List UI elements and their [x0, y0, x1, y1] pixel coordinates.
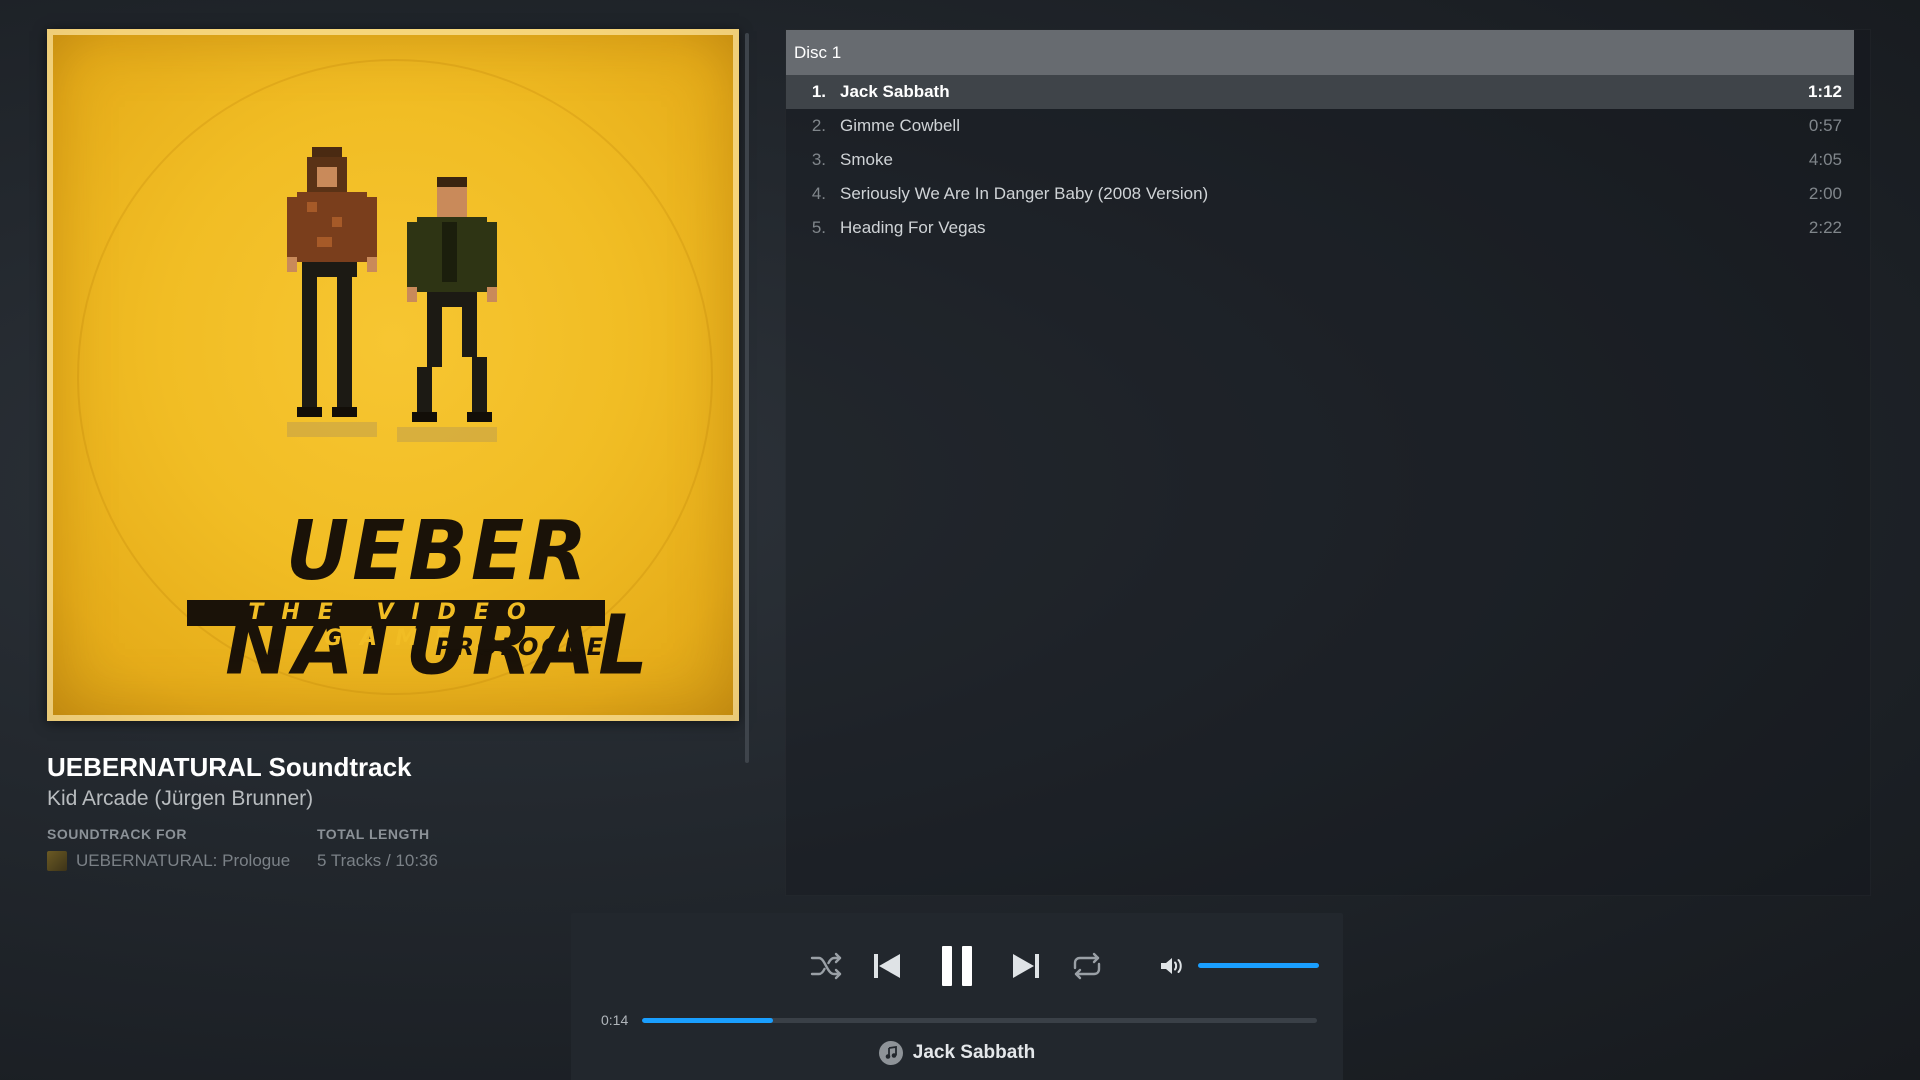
art-edition: PROLOGUE — [435, 633, 606, 661]
album-art: UEBER NATURAL THE VIDEO GAME PROLOGUE — [47, 29, 739, 721]
soundtrack-player-window: UEBER NATURAL THE VIDEO GAME PROLOGUE UE… — [0, 0, 1920, 1080]
volume-slider[interactable] — [1198, 963, 1319, 968]
track-number: 3. — [811, 150, 826, 169]
volume-icon — [1161, 958, 1182, 974]
playback-progress-fill — [642, 1018, 773, 1023]
soundtrack-for-label: SOUNDTRACK FOR — [47, 826, 187, 842]
game-thumbnail-icon — [47, 851, 67, 871]
track-list: Disc 1 1. Jack Sabbath 1:12 2. Gimme Cow… — [785, 29, 1871, 896]
art-title: UEBER NATURAL — [225, 504, 648, 694]
shuffle-button[interactable] — [807, 949, 847, 983]
previous-icon — [874, 954, 900, 978]
now-playing: Jack Sabbath — [571, 1041, 1343, 1065]
now-playing-title: Jack Sabbath — [912, 1042, 1036, 1063]
shuffle-icon — [810, 952, 842, 980]
repeat-button[interactable] — [1067, 949, 1107, 983]
track-row-2[interactable]: 2. Gimme Cowbell 0:57 — [786, 109, 1854, 143]
album-artist[interactable]: Kid Arcade (Jürgen Brunner) — [47, 787, 313, 811]
total-length-value: 5 Tracks / 10:36 — [317, 851, 438, 870]
next-track-button[interactable] — [1007, 947, 1045, 985]
music-note-icon — [878, 1041, 903, 1065]
track-duration: 2:00 — [1808, 184, 1842, 203]
total-length-label: TOTAL LENGTH — [317, 826, 430, 842]
track-row-4[interactable]: 4. Seriously We Are In Danger Baby (2008… — [786, 177, 1854, 211]
pause-button[interactable] — [935, 943, 979, 989]
track-duration: 4:05 — [1808, 150, 1842, 169]
volume-button[interactable] — [1158, 954, 1186, 978]
track-row-3[interactable]: 3. Smoke 4:05 — [786, 143, 1854, 177]
pause-icon — [942, 946, 972, 986]
track-row-5[interactable]: 5. Heading For Vegas 2:22 — [786, 211, 1854, 245]
pixel-characters-illustration — [287, 147, 497, 442]
playback-progress-bar[interactable] — [642, 1018, 1317, 1023]
track-number: 4. — [811, 184, 826, 203]
left-panel-scrollbar[interactable] — [745, 33, 749, 763]
repeat-icon — [1073, 952, 1101, 980]
disc-header: Disc 1 — [786, 30, 1854, 75]
soundtrack-for-link[interactable]: UEBERNATURAL: Prologue — [76, 851, 290, 871]
track-number: 2. — [811, 116, 826, 135]
track-duration: 1:12 — [1807, 82, 1842, 101]
track-row-1[interactable]: 1. Jack Sabbath 1:12 — [786, 75, 1854, 109]
album-title: UEBERNATURAL Soundtrack — [47, 752, 412, 782]
track-number: 1. — [811, 82, 826, 101]
art-subtitle: THE VIDEO GAME — [187, 600, 605, 651]
track-name: Gimme Cowbell — [840, 116, 960, 135]
next-icon — [1013, 954, 1039, 978]
track-duration: 0:57 — [1808, 116, 1842, 135]
player-controls: 0:14 Jack Sabbath — [571, 913, 1343, 1080]
elapsed-time: 0:14 — [601, 1012, 629, 1028]
track-number: 5. — [811, 218, 826, 237]
track-name: Jack Sabbath — [840, 82, 950, 101]
track-name: Smoke — [840, 150, 893, 169]
track-name: Heading For Vegas — [840, 218, 986, 237]
track-duration: 2:22 — [1808, 218, 1842, 237]
previous-track-button[interactable] — [868, 947, 906, 985]
track-name: Seriously We Are In Danger Baby (2008 Ve… — [840, 184, 1209, 203]
